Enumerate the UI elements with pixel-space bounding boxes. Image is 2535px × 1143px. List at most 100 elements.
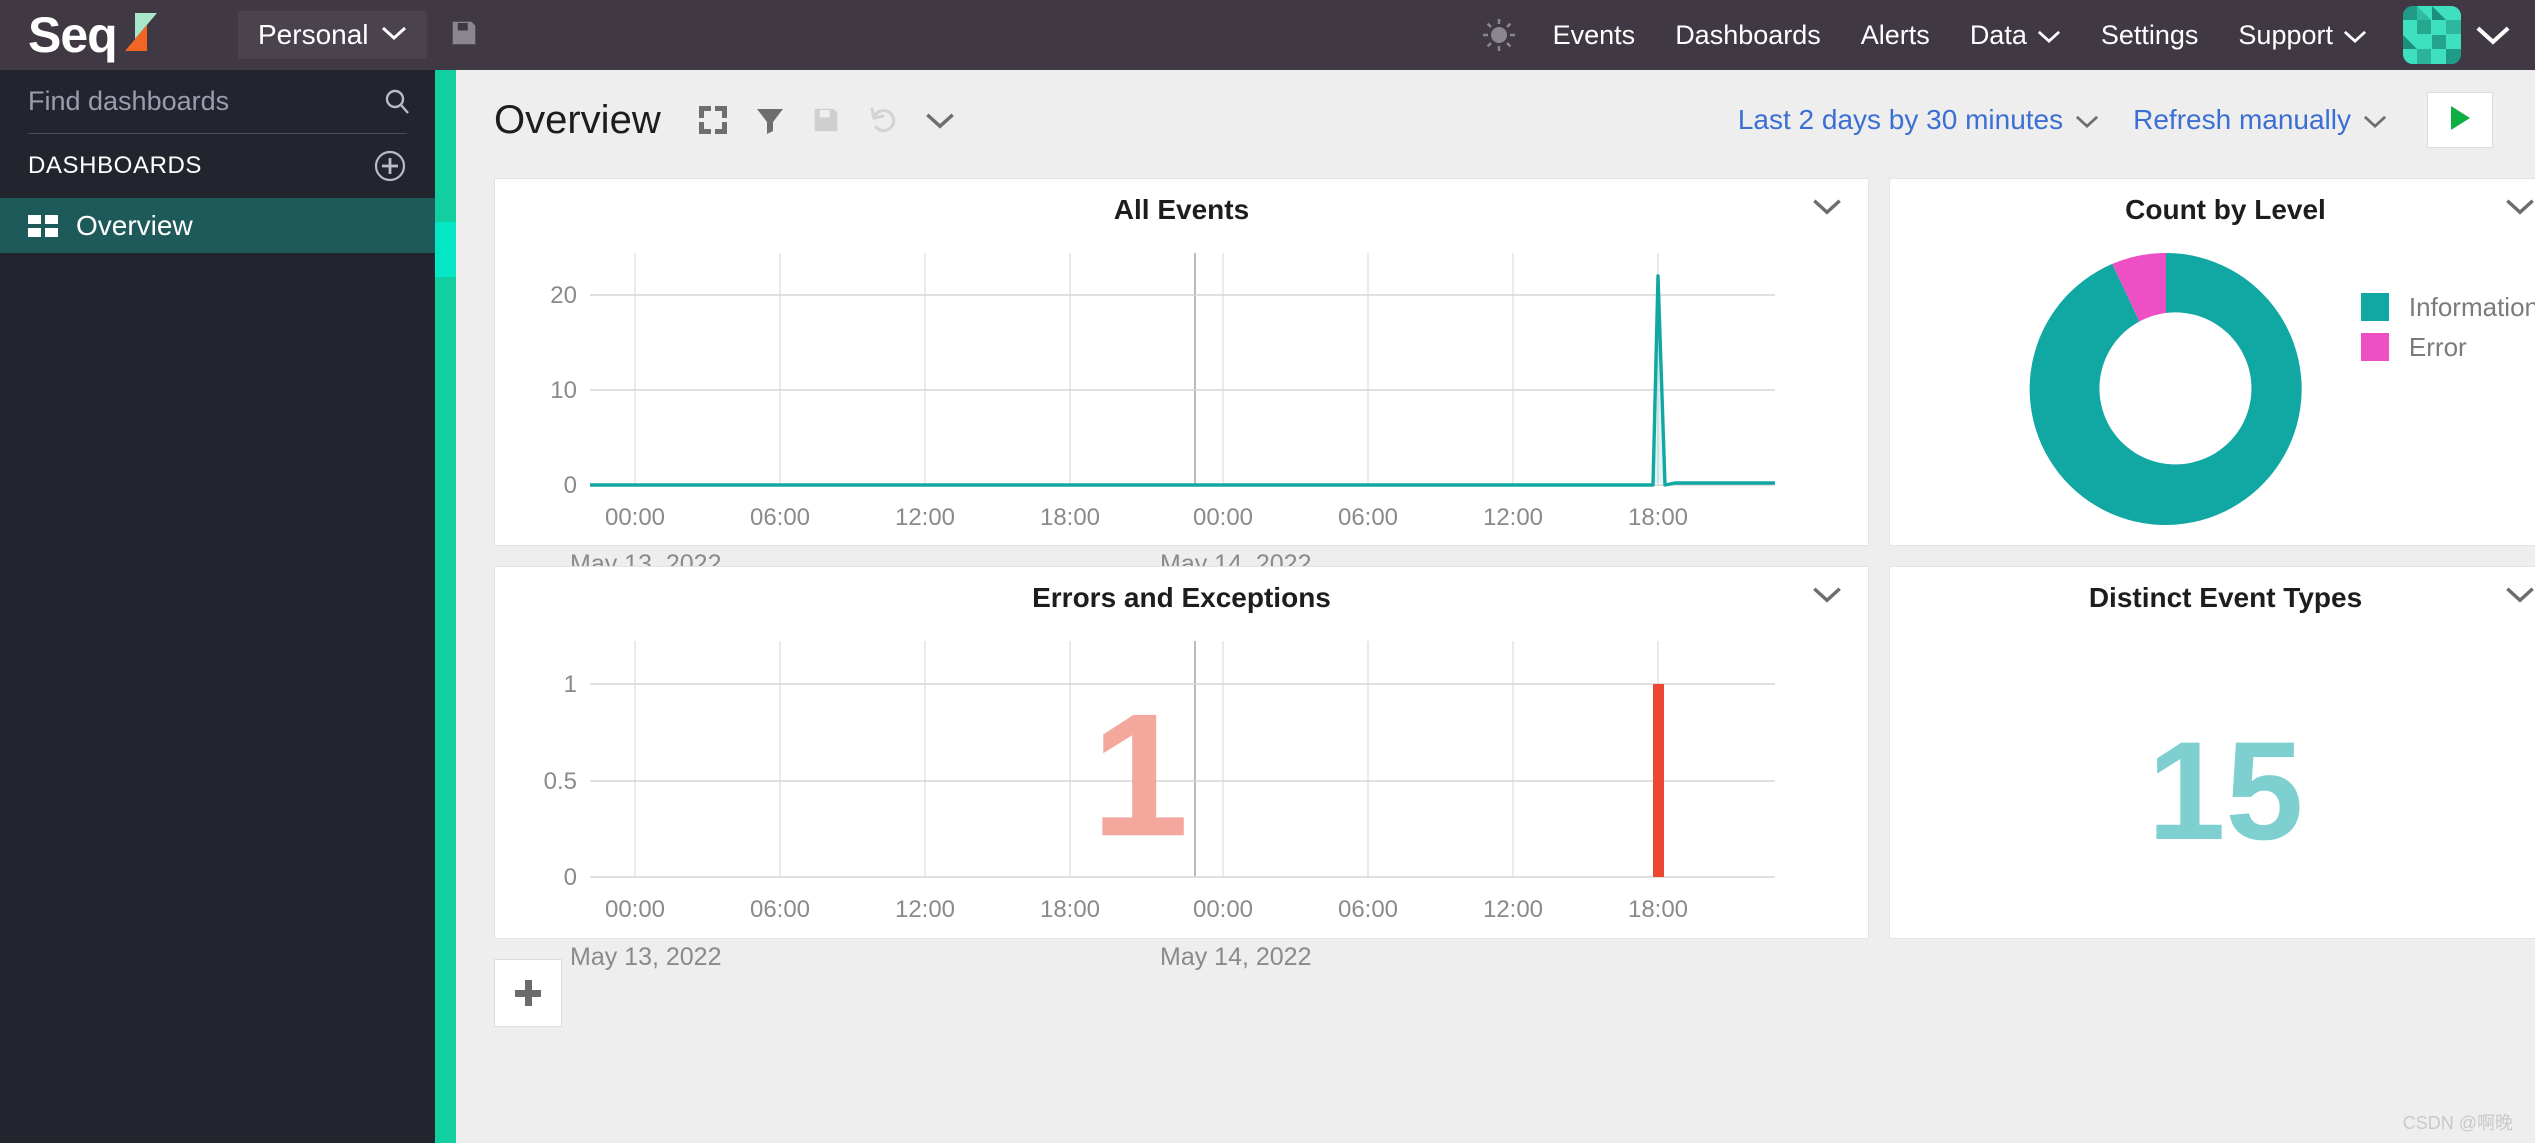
page-header: Overview Last 2 days by 30 minutes Refre…	[456, 70, 2535, 170]
svg-text:0: 0	[564, 864, 577, 891]
nav-item-alerts[interactable]: Alerts	[1841, 0, 1950, 70]
play-icon	[2447, 103, 2473, 138]
save-icon[interactable]	[811, 105, 841, 135]
grid-icon	[28, 214, 58, 237]
search-input[interactable]	[28, 86, 382, 117]
nav-item-data[interactable]: Data	[1950, 0, 2081, 70]
time-range-selector[interactable]: Last 2 days by 30 minutes	[1738, 104, 2099, 136]
svg-text:06:00: 06:00	[750, 504, 810, 531]
legend-swatch-icon	[2360, 333, 2389, 361]
panel-title: Count by Level	[2125, 194, 2326, 225]
svg-text:20: 20	[550, 282, 577, 309]
panel-header: Distinct Event Types	[1890, 567, 2535, 629]
svg-text:18:00: 18:00	[1040, 504, 1100, 531]
dashboards-section-header: DASHBOARDS	[0, 134, 435, 198]
panel-title: Errors and Exceptions	[1032, 582, 1331, 613]
svg-text:10: 10	[550, 377, 577, 404]
nav-label: Support	[2238, 19, 2333, 50]
undo-icon[interactable]	[867, 104, 899, 136]
add-widget-button[interactable]	[494, 959, 562, 1027]
chart-count-by-level: Information Error	[1890, 241, 2535, 541]
dashboard-search[interactable]	[28, 70, 409, 134]
chevron-down-icon[interactable]	[925, 111, 955, 130]
svg-text:May 13, 2022: May 13, 2022	[570, 943, 722, 971]
panel-count-by-level: Count by Level Information Error	[1889, 178, 2535, 546]
nav-item-events[interactable]: Events	[1533, 0, 1656, 70]
svg-text:0: 0	[564, 472, 577, 499]
svg-text:06:00: 06:00	[1338, 504, 1398, 531]
nav-label: Alerts	[1860, 19, 1930, 50]
chevron-down-icon[interactable]	[2505, 197, 2535, 216]
chevron-down-icon	[381, 25, 407, 46]
time-range-label: Last 2 days by 30 minutes	[1737, 104, 2064, 135]
panel-title: All Events	[1113, 194, 1250, 225]
dashboard-toolbar	[697, 104, 955, 136]
sidebar-item-overview[interactable]: Overview	[0, 198, 435, 253]
sun-icon[interactable]	[1479, 15, 1519, 55]
chart-legend: Information Error	[2360, 287, 2535, 367]
filter-icon[interactable]	[755, 105, 785, 135]
brand-name: Seq	[28, 7, 118, 63]
svg-text:18:00: 18:00	[1040, 896, 1100, 923]
legend-label: Error	[2408, 331, 2467, 362]
nav-item-support[interactable]: Support	[2218, 0, 2387, 70]
save-icon[interactable]	[449, 18, 479, 53]
svg-text:00:00: 00:00	[605, 896, 665, 923]
sidebar: DASHBOARDS Overview	[0, 70, 435, 1143]
legend-swatch-icon	[2360, 293, 2389, 321]
refresh-mode-label: Refresh manually	[2133, 104, 2351, 135]
legend-item-error[interactable]: Error	[2360, 327, 2535, 367]
svg-text:06:00: 06:00	[1338, 896, 1398, 923]
nav-label: Settings	[2100, 19, 2199, 50]
svg-text:18:00: 18:00	[1628, 896, 1688, 923]
sidebar-item-label: Overview	[76, 209, 193, 241]
chevron-down-icon[interactable]	[1812, 585, 1842, 604]
refresh-mode-selector[interactable]: Refresh manually	[2133, 104, 2387, 136]
run-query-button[interactable]	[2427, 92, 2493, 148]
svg-text:12:00: 12:00	[895, 504, 955, 531]
svg-text:1: 1	[564, 671, 577, 698]
panel-header: Count by Level	[1890, 179, 2535, 241]
user-avatar[interactable]	[2403, 6, 2461, 64]
panel-errors-and-exceptions: Errors and Exceptions 1 0.5 0 1 00:00 06…	[494, 566, 1869, 971]
chevron-down-icon[interactable]	[2475, 24, 2511, 46]
metric-value: 15	[2147, 712, 2304, 869]
panel-header: All Events	[495, 179, 1868, 241]
plus-icon	[515, 980, 541, 1006]
svg-text:00:00: 00:00	[1193, 896, 1253, 923]
svg-text:12:00: 12:00	[1483, 504, 1543, 531]
nav-item-dashboards[interactable]: Dashboards	[1655, 0, 1841, 70]
chevron-down-icon	[2037, 20, 2061, 51]
chevron-down-icon[interactable]	[1812, 197, 1842, 216]
workspace-picker[interactable]: Personal	[238, 11, 427, 59]
top-bar: Seq Personal Events Dashboards Alerts Da…	[0, 0, 2535, 70]
page-title: Overview	[494, 97, 661, 142]
svg-text:1: 1	[1091, 678, 1188, 873]
section-title: DASHBOARDS	[28, 152, 203, 179]
main-content: Overview Last 2 days by 30 minutes Refre…	[456, 70, 2535, 1143]
svg-text:00:00: 00:00	[1193, 504, 1253, 531]
chevron-down-icon[interactable]	[2505, 585, 2535, 604]
svg-text:12:00: 12:00	[895, 896, 955, 923]
chevron-down-icon	[2343, 20, 2367, 51]
expand-icon[interactable]	[697, 104, 729, 136]
svg-text:0.5: 0.5	[544, 768, 577, 795]
metric-distinct-event-types: 15	[1890, 629, 2535, 934]
nav-label: Data	[1969, 19, 2027, 50]
brand-logo[interactable]: Seq	[28, 7, 228, 63]
legend-item-information[interactable]: Information	[2360, 287, 2535, 327]
svg-text:06:00: 06:00	[750, 896, 810, 923]
seq-logo-icon	[124, 13, 159, 53]
nav-item-settings[interactable]: Settings	[2081, 0, 2219, 70]
chevron-down-icon	[2363, 104, 2387, 136]
dashboard-controls: Last 2 days by 30 minutes Refresh manual…	[1738, 92, 2493, 148]
chevron-down-icon	[2075, 104, 2099, 136]
top-navigation: Events Dashboards Alerts Data Settings S…	[1479, 0, 2535, 70]
chart-all-events: 20 10 0 00:00 06:00 12:00 18:00 00:00 06…	[495, 241, 1868, 586]
panel-header: Errors and Exceptions	[495, 567, 1868, 629]
svg-text:May 14, 2022: May 14, 2022	[1160, 943, 1312, 971]
search-icon[interactable]	[382, 87, 412, 117]
plus-circle-icon[interactable]	[373, 149, 407, 183]
svg-text:00:00: 00:00	[605, 504, 665, 531]
svg-text:12:00: 12:00	[1483, 896, 1543, 923]
